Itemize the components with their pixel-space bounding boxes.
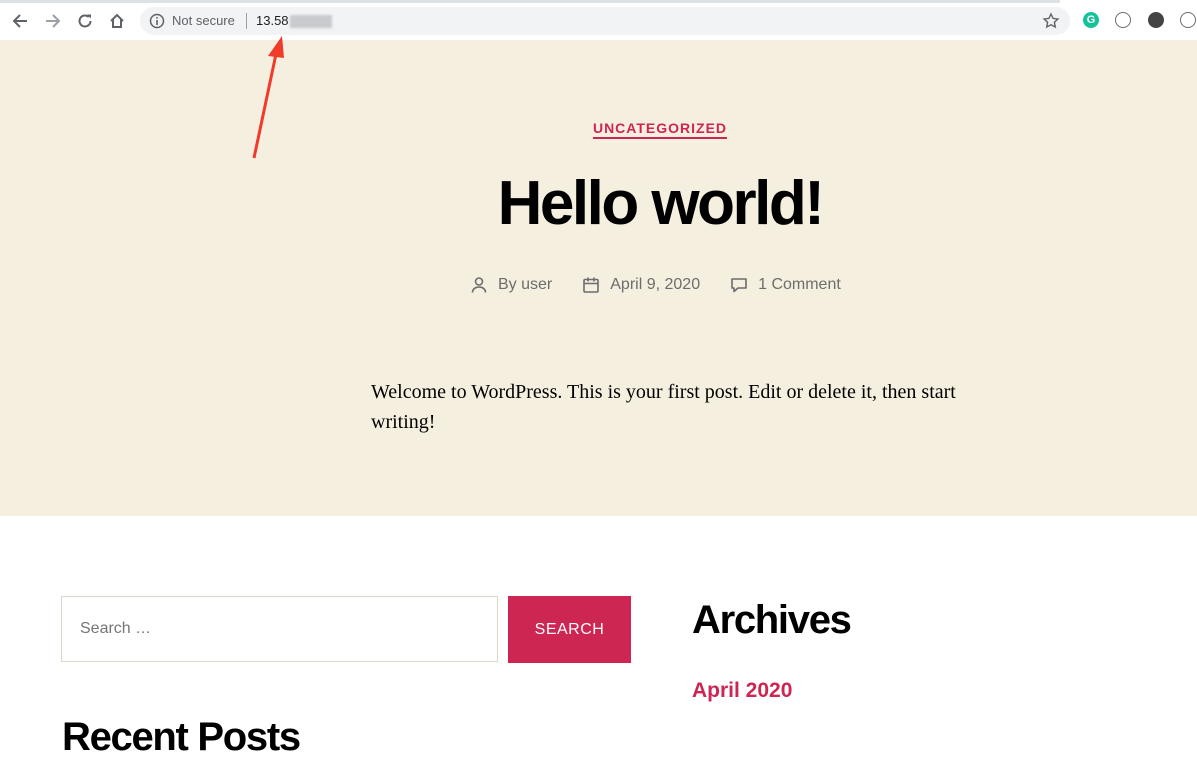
extension-icon[interactable] (1180, 12, 1196, 28)
separator (246, 13, 247, 29)
post-content: Welcome to WordPress. This is your first… (371, 381, 956, 433)
tab-strip-edge (0, 0, 1060, 3)
extension-icon[interactable] (1115, 12, 1131, 28)
user-icon (471, 277, 487, 293)
browser-toolbar: Not secure 13.58 G (0, 0, 1197, 41)
grammarly-icon[interactable]: G (1083, 12, 1099, 28)
home-icon (110, 13, 124, 28)
security-label: Not secure (172, 13, 235, 28)
redacted-url-part (290, 15, 332, 28)
archives-heading: Archives (692, 598, 852, 642)
post-date: April 9, 2020 (582, 276, 700, 294)
date-link[interactable]: April 9, 2020 (610, 276, 700, 294)
search-button[interactable]: SEARCH (508, 596, 631, 663)
post-category: UNCATEGORIZED (0, 120, 1197, 139)
forward-button[interactable] (42, 10, 64, 32)
archive-link[interactable]: April 2020 (692, 679, 792, 703)
comment-icon (731, 278, 747, 293)
search-input[interactable] (62, 597, 497, 661)
url-text[interactable]: 13.58 (256, 13, 289, 28)
extension-dark-icon[interactable] (1148, 12, 1164, 28)
home-button[interactable] (106, 10, 128, 32)
post-comments: 1 Comment (730, 276, 841, 294)
author-link[interactable]: By user (498, 276, 552, 294)
post-title: Hello world! (497, 169, 825, 238)
category-link[interactable]: UNCATEGORIZED (592, 120, 728, 139)
bookmark-star-icon[interactable] (1042, 12, 1060, 30)
back-button[interactable] (9, 10, 31, 32)
post-author: By user (470, 276, 552, 294)
arrow-left-icon (12, 14, 27, 28)
post-header: UNCATEGORIZED Hello world! By user April… (0, 40, 1197, 516)
annotation-arrow (252, 36, 284, 159)
calendar-icon (583, 277, 600, 293)
post-meta: By user April 9, 2020 1 Comment (470, 274, 871, 296)
reload-icon (78, 14, 92, 28)
info-icon[interactable] (149, 13, 165, 29)
reload-button[interactable] (74, 10, 96, 32)
comments-link[interactable]: 1 Comment (758, 276, 841, 294)
recent-posts-heading: Recent Posts (62, 715, 301, 759)
arrow-right-icon (46, 14, 61, 28)
search-field[interactable] (61, 596, 498, 662)
